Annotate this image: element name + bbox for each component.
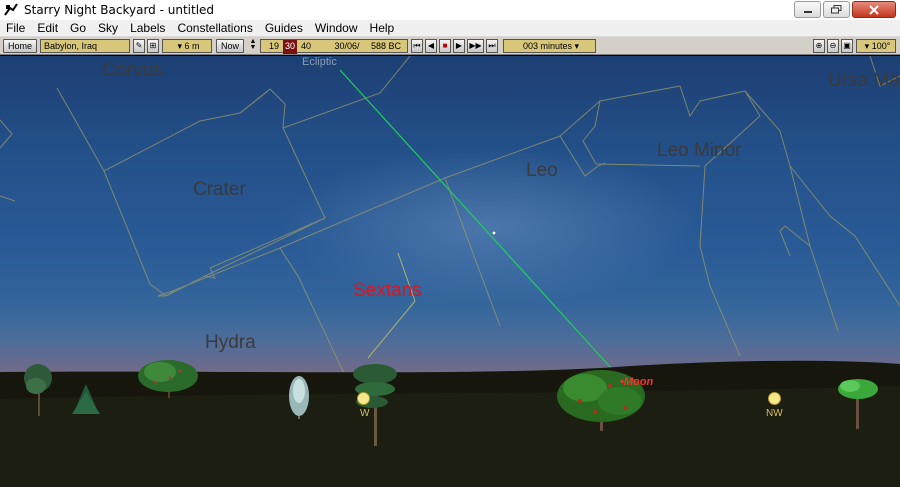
close-icon (869, 4, 879, 15)
step-forward-icon[interactable]: ⏭ (486, 39, 498, 53)
dropdown-arrow-icon: ▾ (177, 41, 185, 51)
time-spinner[interactable]: ▲ ▼ (248, 38, 258, 53)
menu-bar: File Edit Go Sky Labels Constellations G… (0, 20, 900, 37)
ecliptic-line (339, 69, 613, 370)
constellation-boundaries (0, 56, 900, 387)
boundary-line (789, 165, 900, 307)
zoom-reset-icon[interactable]: ▣ (841, 39, 853, 53)
boundary-line (279, 177, 501, 327)
window-title: Starry Night Backyard - untitled (24, 3, 215, 17)
boundary-line (165, 127, 326, 297)
close-button[interactable] (852, 1, 896, 18)
direction-label-west: W (360, 408, 370, 419)
menu-edit[interactable]: Edit (31, 20, 64, 37)
constellation-label-leo[interactable]: Leo (526, 160, 558, 182)
northwest-direction-icon[interactable] (768, 392, 781, 405)
spin-down-icon: ▼ (249, 44, 257, 51)
constellation-label-leo-minor[interactable]: Leo Minor (657, 140, 742, 162)
minimize-icon (803, 10, 812, 13)
moon-label[interactable]: •Moon (620, 376, 653, 388)
fov-dropdown[interactable]: ▾ 100° (856, 39, 896, 53)
ground-foreground (0, 386, 900, 487)
location-field[interactable]: Babylon, Iraq (40, 39, 130, 53)
constellation-label-hydra[interactable]: Hydra (205, 332, 256, 354)
sky-view[interactable]: Corvus Ecliptic Ursa Ma Leo Minor Leo Cr… (0, 56, 900, 487)
sky-overlay (0, 56, 900, 487)
reverse-play-icon[interactable]: ◀ (425, 39, 437, 53)
year-value[interactable]: 588 BC (367, 40, 405, 54)
menu-guides[interactable]: Guides (259, 20, 309, 37)
starry-night-window: Starry Night Backyard - untitled File Ed… (0, 0, 900, 487)
menu-help[interactable]: Help (364, 20, 401, 37)
dropdown-arrow-icon: ▾ (864, 41, 872, 51)
menu-go[interactable]: Go (64, 20, 92, 37)
dropdown-arrow-icon: ▾ (572, 41, 580, 51)
time-date-field[interactable]: 19 30 40 30/06/ 588 BC (260, 39, 408, 54)
home-button[interactable]: Home (3, 39, 37, 53)
west-direction-icon[interactable] (357, 392, 370, 405)
time-step-dropdown[interactable]: 003 minutes ▾ (503, 39, 596, 53)
direction-label-northwest: NW (766, 408, 783, 419)
now-button[interactable]: Now (216, 39, 244, 53)
boundary-line (174, 247, 281, 291)
sextans-figure (367, 252, 416, 359)
zoom-in-icon[interactable]: ⊕ (813, 39, 825, 53)
constellation-label-ursa-major[interactable]: Ursa Ma (828, 70, 900, 92)
boundary-line (103, 170, 176, 297)
ecliptic-label[interactable]: Ecliptic (302, 56, 337, 68)
time-second[interactable]: 40 (299, 40, 313, 54)
lock-icon[interactable]: ⊞ (147, 39, 159, 53)
boundary-line (779, 225, 811, 257)
telescope-app-icon[interactable] (2, 1, 20, 19)
fov-value: 100° (871, 41, 891, 51)
time-hour[interactable]: 19 (267, 40, 281, 54)
toolbar: Home Babylon, Iraq ✎ ⊞ ▾ 6 m Now ▲ ▼ 19 3… (0, 37, 900, 55)
restore-icon (831, 5, 842, 14)
constellation-label-crater[interactable]: Crater (193, 179, 246, 201)
elevation-value: 6 m (184, 41, 200, 51)
boundary-line (56, 87, 286, 172)
step-back-icon[interactable]: ⏮ (411, 39, 423, 53)
constellation-label-corvus[interactable]: Corvus (102, 60, 162, 82)
time-step-value: 003 minutes (522, 41, 572, 51)
pencil-icon[interactable]: ✎ (133, 39, 145, 53)
minimize-button[interactable] (794, 1, 821, 18)
title-bar: Starry Night Backyard - untitled (0, 0, 900, 20)
boundary-line (559, 135, 606, 177)
star[interactable] (492, 231, 496, 235)
boundary-line (444, 85, 761, 357)
boundary-line (239, 90, 269, 114)
constellation-label-sextans[interactable]: Sextans (353, 280, 422, 302)
menu-window[interactable]: Window (309, 20, 364, 37)
play-icon[interactable]: ▶ (453, 39, 465, 53)
time-minute[interactable]: 30 (283, 40, 297, 54)
menu-constellations[interactable]: Constellations (171, 20, 258, 37)
menu-file[interactable]: File (0, 20, 31, 37)
date-value[interactable]: 30/06/ (331, 40, 363, 54)
menu-labels[interactable]: Labels (124, 20, 171, 37)
sextans-line (367, 300, 416, 359)
elevation-field[interactable]: ▾ 6 m (162, 39, 212, 53)
menu-sky[interactable]: Sky (92, 20, 124, 37)
stop-icon[interactable]: ■ (439, 39, 451, 53)
boundary-line (789, 165, 839, 332)
zoom-out-icon[interactable]: ⊖ (827, 39, 839, 53)
boundary-line (0, 195, 16, 202)
restore-button[interactable] (823, 1, 850, 18)
moon-label-text: Moon (623, 376, 654, 388)
boundary-line (0, 119, 13, 149)
fast-forward-icon[interactable]: ▶▶ (467, 39, 484, 53)
boundary-line (279, 247, 351, 387)
